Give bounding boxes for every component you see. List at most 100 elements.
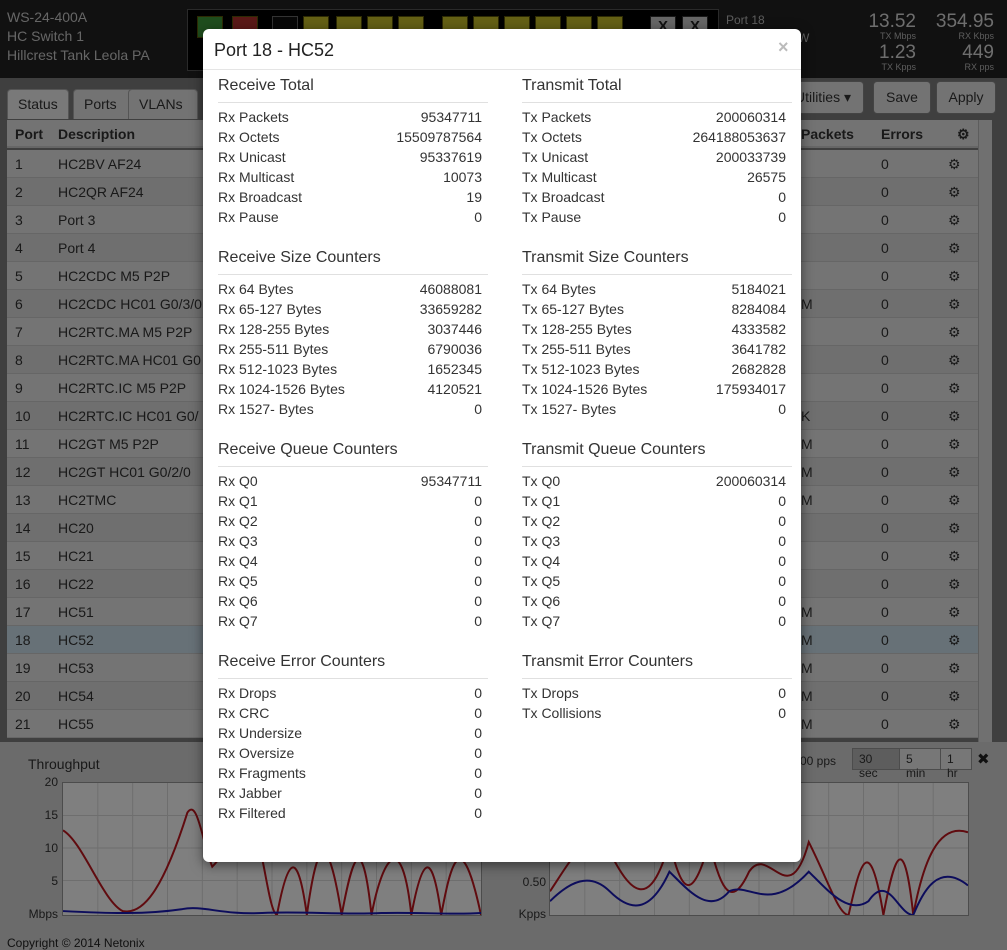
stat-label: Tx Packets [522, 109, 592, 125]
stat-value: 95347711 [420, 473, 482, 489]
stat-label: Tx Q2 [522, 513, 561, 529]
section-heading: Transmit Size Counters [522, 249, 792, 275]
modal-title: Port 18 - HC52 [214, 40, 335, 60]
stat-value: 95347711 [420, 109, 482, 125]
stat-row: Tx Drops 0 [522, 685, 786, 705]
section-heading: Receive Size Counters [218, 249, 488, 275]
stat-value: 4120521 [427, 381, 482, 397]
stat-value: 0 [474, 745, 482, 761]
stat-row: Tx 65-127 Bytes 8284084 [522, 301, 786, 321]
stat-row: Tx 128-255 Bytes 4333582 [522, 321, 786, 341]
stat-value: 264188053637 [692, 129, 786, 145]
stat-value: 0 [778, 401, 786, 417]
stat-row: Rx Drops 0 [218, 685, 482, 705]
stat-label: Rx 1024-1526 Bytes [218, 381, 345, 397]
stat-row: Tx 512-1023 Bytes 2682828 [522, 361, 786, 381]
stat-value: 175934017 [715, 381, 786, 397]
stat-value: 1652345 [427, 361, 482, 377]
stat-row: Tx Pause 0 [522, 209, 786, 229]
stat-value: 0 [778, 613, 786, 629]
stat-row: Rx Octets 15509787564 [218, 129, 482, 149]
stat-label: Rx Q1 [218, 493, 258, 509]
stat-value: 0 [474, 685, 482, 701]
stat-label: Rx Oversize [218, 745, 295, 761]
stat-value: 0 [778, 705, 786, 721]
stat-value: 200033739 [715, 149, 786, 165]
stat-row: Tx Q0 200060314 [522, 473, 786, 493]
stat-label: Rx Drops [218, 685, 277, 701]
stat-value: 6790036 [427, 341, 482, 357]
stat-value: 26575 [747, 169, 786, 185]
stat-label: Rx 65-127 Bytes [218, 301, 322, 317]
modal-divider [203, 69, 801, 70]
stat-value: 0 [474, 533, 482, 549]
stat-label: Tx Multicast [522, 169, 597, 185]
stat-row: Tx Collisions 0 [522, 705, 786, 725]
stat-row: Rx Q2 0 [218, 513, 482, 533]
stat-label: Rx CRC [218, 705, 270, 721]
stat-label: Rx Undersize [218, 725, 303, 741]
stat-label: Rx Q6 [218, 593, 258, 609]
stat-value: 33659282 [419, 301, 482, 317]
stat-value: 200060314 [715, 473, 786, 489]
stat-value: 46088081 [419, 281, 482, 297]
stat-value: 3037446 [427, 321, 482, 337]
stat-label: Rx Octets [218, 129, 280, 145]
stat-row: Tx Multicast 26575 [522, 169, 786, 189]
stat-row: Rx Q7 0 [218, 613, 482, 633]
section-heading: Transmit Queue Counters [522, 441, 792, 467]
stat-row: Tx Q2 0 [522, 513, 786, 533]
stat-label: Rx Pause [218, 209, 279, 225]
stat-value: 0 [474, 513, 482, 529]
section-heading: Receive Total [218, 77, 488, 103]
stat-row: Rx Q4 0 [218, 553, 482, 573]
stat-row: Rx Oversize 0 [218, 745, 482, 765]
stat-value: 0 [474, 805, 482, 821]
stat-label: Tx 1024-1526 Bytes [522, 381, 648, 397]
stat-row: Rx Q0 95347711 [218, 473, 482, 493]
stat-label: Tx 64 Bytes [522, 281, 596, 297]
stat-value: 0 [778, 553, 786, 569]
stat-value: 0 [778, 493, 786, 509]
stat-value: 0 [474, 593, 482, 609]
stat-value: 2682828 [731, 361, 786, 377]
stat-label: Rx Q3 [218, 533, 258, 549]
stat-label: Rx Q4 [218, 553, 258, 569]
stat-value: 0 [778, 533, 786, 549]
stat-row: Rx Multicast 10073 [218, 169, 482, 189]
stat-value: 0 [778, 189, 786, 205]
stat-value: 0 [778, 209, 786, 225]
stat-value: 95337619 [419, 149, 482, 165]
stat-value: 8284084 [731, 301, 786, 317]
stat-row: Rx 128-255 Bytes 3037446 [218, 321, 482, 341]
modal-close-icon[interactable]: × [778, 37, 789, 58]
stat-row: Tx Q5 0 [522, 573, 786, 593]
stat-label: Tx Q6 [522, 593, 561, 609]
stat-row: Rx CRC 0 [218, 705, 482, 725]
stat-label: Rx Q0 [218, 473, 258, 489]
stat-label: Rx 1527- Bytes [218, 401, 314, 417]
stat-label: Tx 128-255 Bytes [522, 321, 632, 337]
stat-label: Tx Octets [522, 129, 582, 145]
stat-row: Tx Broadcast 0 [522, 189, 786, 209]
stat-label: Rx Q7 [218, 613, 258, 629]
stat-value: 15509787564 [396, 129, 482, 145]
section-heading: Transmit Total [522, 77, 792, 103]
stat-label: Rx Q5 [218, 573, 258, 589]
stat-row: Tx Q1 0 [522, 493, 786, 513]
stat-row: Tx Q3 0 [522, 533, 786, 553]
stat-label: Tx Q7 [522, 613, 561, 629]
stat-row: Rx 512-1023 Bytes 1652345 [218, 361, 482, 381]
stat-row: Rx Q6 0 [218, 593, 482, 613]
stat-label: Tx 512-1023 Bytes [522, 361, 640, 377]
stat-label: Tx Q0 [522, 473, 561, 489]
stat-row: Rx Q5 0 [218, 573, 482, 593]
stat-value: 0 [474, 785, 482, 801]
stat-row: Rx Packets 95347711 [218, 109, 482, 129]
stat-value: 5184021 [731, 281, 786, 297]
stat-row: Tx Q4 0 [522, 553, 786, 573]
stat-row: Rx Undersize 0 [218, 725, 482, 745]
stat-value: 19 [466, 189, 482, 205]
stat-row: Rx Q1 0 [218, 493, 482, 513]
stat-row: Tx 255-511 Bytes 3641782 [522, 341, 786, 361]
